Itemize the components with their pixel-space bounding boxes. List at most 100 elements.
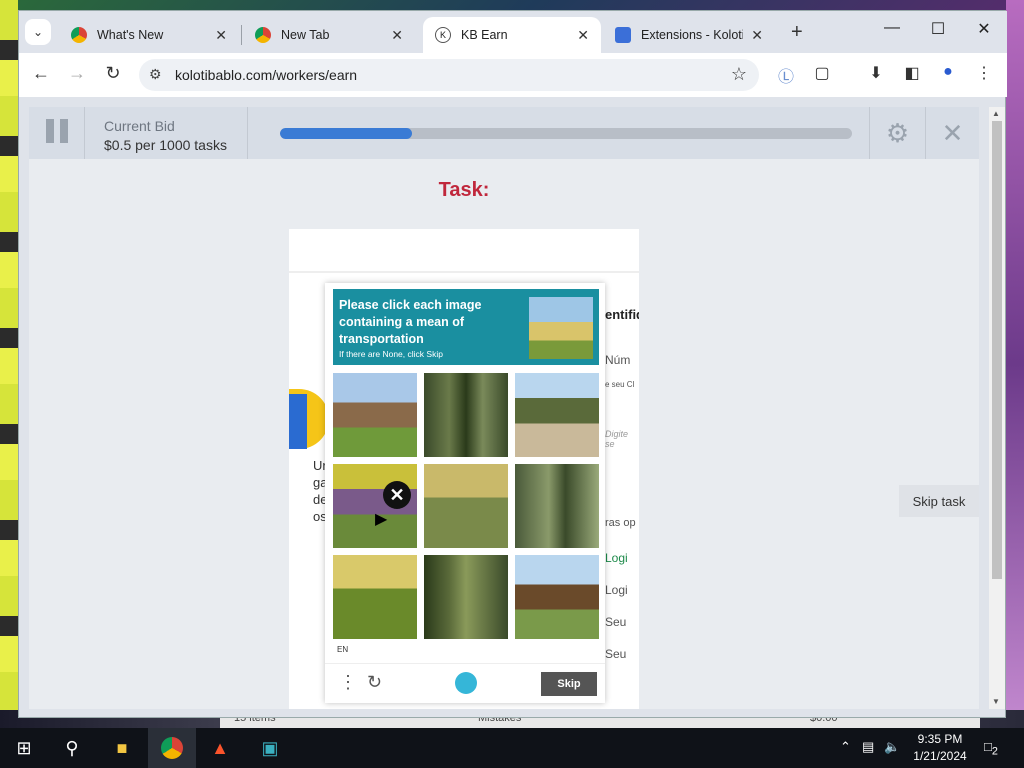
bookmark-star-icon[interactable]: ☆ [731, 64, 747, 85]
background-item-1: Seu [605, 615, 627, 629]
clock-time: 9:35 PM [917, 732, 963, 746]
language-label[interactable]: EN [337, 645, 348, 654]
clock-date: 1/21/2024 [913, 749, 967, 763]
new-tab-button[interactable]: + [791, 21, 803, 44]
captcha-skip-button[interactable]: Skip [541, 672, 597, 696]
network-icon[interactable]: ▤ [862, 739, 874, 755]
tab-label: New Tab [281, 28, 330, 42]
windows-taskbar: ⊞ ⚲ ■ ▲ ▣ ⌃ ▤ 🔈 9:35 PM 1/21/2024 □2 [0, 728, 1024, 768]
current-bid: Current Bid $0.5 per 1000 tasks [104, 117, 227, 155]
tab-extensions[interactable]: Extensions - Kolotib ✕ [603, 17, 775, 53]
profile-avatar-icon[interactable]: ● [937, 63, 959, 81]
tab-new-tab[interactable]: New Tab ✕ [243, 17, 415, 53]
task-title: Task: [438, 179, 490, 201]
close-icon[interactable]: ✕ [215, 27, 227, 44]
scroll-down-icon[interactable]: ▼ [992, 697, 1000, 706]
background-heading: entifiq [605, 307, 639, 322]
kolotibablo-icon: K [435, 27, 451, 43]
minimize-button[interactable]: — [877, 19, 907, 37]
kb-earn-page: Current Bid $0.5 per 1000 tasks ⚙ ✕ Task… [29, 107, 979, 709]
kolotibablo-extension-icon[interactable]: Ⓛ [775, 63, 797, 87]
background-input: Digite se [605, 429, 629, 449]
close-icon[interactable]: ✕ [751, 27, 763, 44]
tab-whats-new[interactable]: What's New ✕ [59, 17, 239, 53]
tab-kb-earn[interactable]: K KB Earn ✕ [423, 17, 601, 53]
tab-label: Extensions - Kolotib [641, 28, 744, 42]
address-bar[interactable]: ⚙ kolotibablo.com/workers/earn ☆ [139, 59, 759, 91]
system-clock[interactable]: 9:35 PM 1/21/2024 [900, 731, 980, 765]
desktop-wallpaper-strip [0, 0, 18, 728]
pause-icon [43, 118, 71, 148]
background-login-2: Logi [605, 583, 628, 597]
background-login-1: Logi [605, 551, 628, 565]
bid-title: Current Bid [104, 118, 175, 134]
windows-start-icon[interactable]: ⊞ [10, 734, 38, 762]
captcha-question: Please click each image containing a mea… [339, 298, 482, 346]
desktop-wallpaper-right [1006, 0, 1024, 728]
volume-muted-icon[interactable]: 🔈 [884, 739, 900, 755]
selected-cross-icon[interactable]: ✕ [383, 481, 411, 509]
captcha-footer: ⋮ ↻ Skip [325, 663, 605, 703]
captcha-cell-1[interactable] [333, 373, 417, 457]
close-icon[interactable]: ✕ [391, 27, 403, 44]
close-window-button[interactable]: ✕ [969, 19, 999, 39]
scrollbar-thumb[interactable] [992, 121, 1002, 579]
captcha-cell-6[interactable] [515, 464, 599, 548]
kb-status-bar: Current Bid $0.5 per 1000 tasks ⚙ ✕ [29, 107, 979, 159]
mouse-cursor-icon: ▶ [375, 511, 388, 528]
captcha-cell-2[interactable] [424, 373, 508, 457]
tray-chevron-icon[interactable]: ⌃ [840, 739, 851, 755]
captcha-hint: If there are None, click Skip [339, 349, 443, 359]
browser-window: ⌄ What's New ✕ New Tab ✕ K KB Earn ✕ Ext… [18, 10, 1007, 718]
divider [247, 107, 248, 159]
chrome-icon[interactable] [158, 734, 186, 762]
file-explorer-icon[interactable]: ■ [108, 734, 136, 762]
page-scrollbar[interactable]: ▲ ▼ [989, 107, 1005, 709]
captcha-cell-3[interactable] [515, 373, 599, 457]
pause-button[interactable] [29, 107, 85, 159]
tab-label: What's New [97, 28, 164, 42]
settings-button[interactable]: ⚙ [869, 107, 925, 159]
gear-icon: ⚙ [885, 117, 910, 148]
more-menu-icon[interactable]: ⋮ [339, 672, 357, 693]
plus-icon: + [791, 21, 803, 43]
maximize-button[interactable]: ☐ [923, 19, 953, 39]
chrome-icon [71, 27, 87, 43]
search-icon[interactable]: ⚲ [58, 734, 86, 762]
hcaptcha-widget: Please click each image containing a mea… [325, 283, 605, 703]
notification-icon[interactable]: □2 [984, 739, 998, 758]
brave-icon[interactable]: ▲ [206, 734, 234, 762]
captcha-cell-5[interactable] [424, 464, 508, 548]
captcha-cell-7[interactable] [333, 555, 417, 639]
tab-separator [241, 25, 242, 45]
side-panel-icon[interactable]: ◧ [901, 63, 923, 83]
chrome-icon [255, 27, 271, 43]
hcaptcha-logo-icon [455, 672, 477, 694]
close-icon[interactable]: ✕ [577, 27, 589, 44]
forward-arrow-icon[interactable]: → [65, 63, 89, 84]
stop-button[interactable]: ✕ [925, 107, 979, 159]
captcha-cell-8[interactable] [424, 555, 508, 639]
download-icon[interactable]: ⬇ [865, 63, 887, 83]
tab-search-button[interactable]: ⌄ [25, 19, 51, 45]
reload-icon[interactable]: ↻ [101, 63, 125, 84]
close-icon: ✕ [941, 117, 964, 148]
refresh-icon[interactable]: ↻ [367, 672, 382, 693]
app-icon[interactable]: ▣ [256, 734, 284, 762]
captcha-header: Please click each image containing a mea… [333, 289, 599, 365]
kebab-menu-icon[interactable]: ⋮ [973, 63, 995, 83]
site-settings-icon[interactable]: ⚙ [149, 66, 162, 83]
background-options: ras op [605, 517, 636, 529]
puzzle-icon [615, 27, 631, 43]
extensions-puzzle-icon[interactable]: ▢ [811, 63, 833, 83]
back-arrow-icon[interactable]: ← [29, 63, 53, 84]
example-image [529, 297, 593, 359]
notification-count: 2 [991, 745, 998, 758]
skip-task-button[interactable]: Skip task [899, 485, 979, 517]
background-field-label: Núm [605, 353, 631, 367]
captcha-cell-9[interactable] [515, 555, 599, 639]
tab-strip: ⌄ What's New ✕ New Tab ✕ K KB Earn ✕ Ext… [19, 11, 1007, 53]
scroll-up-icon[interactable]: ▲ [992, 109, 1000, 118]
bid-value: $0.5 per 1000 tasks [104, 137, 227, 153]
chevron-down-icon: ⌄ [32, 25, 44, 39]
